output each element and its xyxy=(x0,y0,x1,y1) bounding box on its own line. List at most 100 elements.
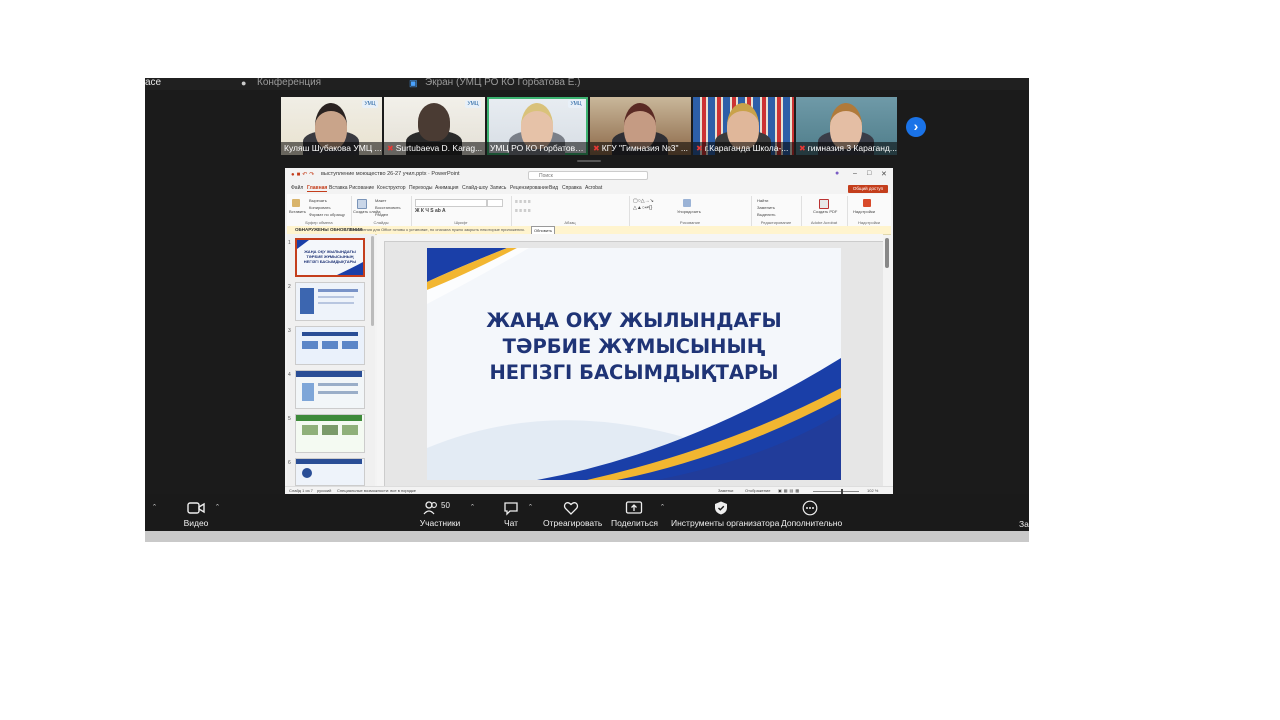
maximize-icon[interactable]: □ xyxy=(867,170,871,177)
window-bottom-edge xyxy=(145,531,1029,542)
ribbon-tab[interactable]: Справка xyxy=(562,185,582,191)
tab-conference[interactable]: Конференция xyxy=(257,78,321,88)
ribbon-tab[interactable]: Файл xyxy=(291,185,303,191)
video-options-chevron-icon[interactable]: ˆ xyxy=(216,503,219,513)
video-button[interactable]: Видео xyxy=(181,500,211,528)
ribbon-tab[interactable]: Анимация xyxy=(435,185,458,191)
shapes-gallery-icon[interactable]: △▲○↫{} xyxy=(633,205,652,211)
gallery-next-button[interactable]: › xyxy=(906,117,926,137)
find-button[interactable]: Найти xyxy=(757,198,768,203)
editor-scrollbar[interactable] xyxy=(885,238,889,268)
search-placeholder: Поиск xyxy=(539,173,553,179)
participant-tile[interactable]: УМЦ ✖ Surtubaeva D. Karag... xyxy=(384,97,485,155)
slide-thumbnail[interactable] xyxy=(295,458,365,486)
ribbon-tab[interactable]: Вставка xyxy=(329,185,348,191)
ribbon-tab[interactable]: Конструктор xyxy=(377,185,406,191)
slide-title: ЖАҢА ОҚУ ЖЫЛЫНДАҒЫ ТӘРБИЕ ЖҰМЫСЫНЫҢ НЕГІ… xyxy=(427,308,841,386)
new-slide-icon xyxy=(357,199,367,209)
audio-options-chevron-icon[interactable]: ˆ xyxy=(153,503,156,513)
participant-tile-active-speaker[interactable]: УМЦ УМЦ РО КО Горбатова ... xyxy=(487,97,588,155)
chat-options-chevron-icon[interactable]: ˆ xyxy=(529,503,532,513)
participant-tile[interactable]: УМЦ Куляш Шубакова УМЦ ... xyxy=(281,97,382,155)
participant-tile[interactable]: ✖ г.Караганда Школа-... xyxy=(693,97,794,155)
powerpoint-title-bar: ●■↶↷ выступление моющество 26-27 учил.pp… xyxy=(285,168,893,184)
gallery-resize-handle[interactable] xyxy=(577,160,601,162)
group-label: Слайды xyxy=(373,220,389,225)
font-style-buttons[interactable]: Ж К Ч S ab A xyxy=(415,208,446,214)
chat-label: Чат xyxy=(503,518,519,528)
arrange-icon xyxy=(683,199,691,207)
addins-button[interactable]: Надстройки xyxy=(853,209,875,214)
zoom-slider[interactable] xyxy=(813,491,859,492)
format-painter-button[interactable]: Формат по образцу xyxy=(309,212,345,217)
tab-screen[interactable]: Экран (УМЦ РО КО Горбатова Е.) xyxy=(425,78,581,88)
list-buttons-icon[interactable]: ≡ ≡ ≡ ≡ xyxy=(515,199,531,205)
current-slide[interactable]: ЖАҢА ОҚУ ЖЫЛЫНДАҒЫ ТӘРБИЕ ЖҰМЫСЫНЫҢ НЕГІ… xyxy=(427,248,841,480)
slide-thumbnail[interactable] xyxy=(295,282,365,321)
copy-button[interactable]: Копировать xyxy=(309,205,331,210)
layout-button[interactable]: Макет xyxy=(375,198,386,203)
share-options-chevron-icon[interactable]: ˆ xyxy=(661,503,664,513)
ribbon-group-addins: Надстройки Надстройки xyxy=(847,196,891,226)
heart-icon xyxy=(563,502,579,515)
share-screen-button[interactable]: Поделиться xyxy=(611,500,658,528)
participant-tile[interactable]: ✖ КГУ "Гимназия №3" ... xyxy=(590,97,691,155)
more-button[interactable]: Дополнительно xyxy=(781,500,842,528)
more-dots-icon xyxy=(802,500,818,516)
thumb-number: 4 xyxy=(288,372,291,378)
ribbon-tab[interactable]: Рисование xyxy=(349,185,374,191)
participants-button[interactable]: 50 Участники xyxy=(417,500,463,528)
replace-button[interactable]: Заменить xyxy=(757,205,775,210)
arrange-button[interactable]: Упорядочить xyxy=(677,209,701,214)
align-buttons-icon[interactable]: ≡ ≡ ≡ ≡ xyxy=(515,208,531,214)
react-button[interactable]: Отреагировать xyxy=(543,500,602,528)
tab-workspace-label[interactable]: ace xyxy=(145,78,161,88)
thumbnails-scrollbar[interactable] xyxy=(371,236,374,326)
participants-options-chevron-icon[interactable]: ˆ xyxy=(471,503,474,513)
minimize-icon[interactable]: – xyxy=(853,170,857,177)
participant-tile[interactable]: ✖ гимназия 3 Караганд... xyxy=(796,97,897,155)
ribbon-tab[interactable]: Слайд-шоу xyxy=(462,185,488,191)
quick-access-icons[interactable]: ●■↶↷ xyxy=(291,171,316,178)
display-settings-button[interactable]: Отображение xyxy=(745,488,770,493)
ribbon-tab[interactable]: Acrobat xyxy=(585,185,602,191)
select-button[interactable]: Выделить xyxy=(757,212,775,217)
ribbon-tab[interactable]: Запись xyxy=(490,185,506,191)
ppt-search-box[interactable]: Поиск xyxy=(528,171,648,180)
ribbon-tab-active[interactable]: Главная xyxy=(307,185,328,192)
ribbon-tab[interactable]: Рецензирование xyxy=(510,185,549,191)
slide-thumbnail[interactable] xyxy=(295,326,365,365)
section-button[interactable]: Раздел xyxy=(375,212,388,217)
account-avatar-icon[interactable]: ● xyxy=(835,170,839,177)
slide-thumbnail[interactable] xyxy=(295,370,365,409)
slide-thumbnail-selected[interactable]: ЖАҢА ОҚУ ЖЫЛЫНДАҒЫ ТӘРБИЕ ЖҰМЫСЫНЫҢ НЕГІ… xyxy=(295,238,365,277)
thumb-art xyxy=(302,425,318,435)
paste-button[interactable]: Вставить xyxy=(289,209,306,214)
end-meeting-button[interactable]: За xyxy=(1019,519,1029,529)
host-tools-button[interactable]: Инструменты организатора xyxy=(671,500,779,528)
accessibility-status[interactable]: Специальные возможности: все в порядке xyxy=(337,488,416,493)
chat-button[interactable]: Чат xyxy=(501,500,521,528)
font-size-dropdown[interactable] xyxy=(487,199,503,207)
muted-mic-icon: ✖ xyxy=(593,144,600,153)
ribbon-tab[interactable]: Переходы xyxy=(409,185,432,191)
close-icon[interactable]: ✕ xyxy=(881,170,887,178)
participant-gallery: УМЦ Куляш Шубакова УМЦ ... УМЦ ✖ Surtubae… xyxy=(281,97,897,155)
participants-label: Участники xyxy=(419,518,461,528)
language-indicator[interactable]: русский xyxy=(317,488,331,493)
zoom-level[interactable]: 102 % xyxy=(867,488,878,493)
slide-thumbnail[interactable] xyxy=(295,414,365,453)
muted-mic-icon: ✖ xyxy=(696,144,703,153)
font-name-dropdown[interactable] xyxy=(415,199,487,207)
ribbon-group-acrobat: Создать PDF Adobe Acrobat xyxy=(801,196,848,226)
view-buttons-icon[interactable]: ▣▦▤▩ xyxy=(778,488,801,493)
reset-button[interactable]: Восстановить xyxy=(375,205,401,210)
share-document-button[interactable]: Общий доступ xyxy=(848,185,888,193)
shapes-gallery-icon[interactable]: ▢○△→↘ xyxy=(633,198,654,204)
ribbon-tab[interactable]: Вид xyxy=(549,185,558,191)
paste-icon xyxy=(292,199,300,207)
create-pdf-button[interactable]: Создать PDF xyxy=(813,209,837,214)
notes-button[interactable]: Заметки xyxy=(718,488,733,493)
cut-button[interactable]: Вырезать xyxy=(309,198,327,203)
ribbon-group-slides: Создать слайд Макет Восстановить Раздел … xyxy=(351,196,412,226)
